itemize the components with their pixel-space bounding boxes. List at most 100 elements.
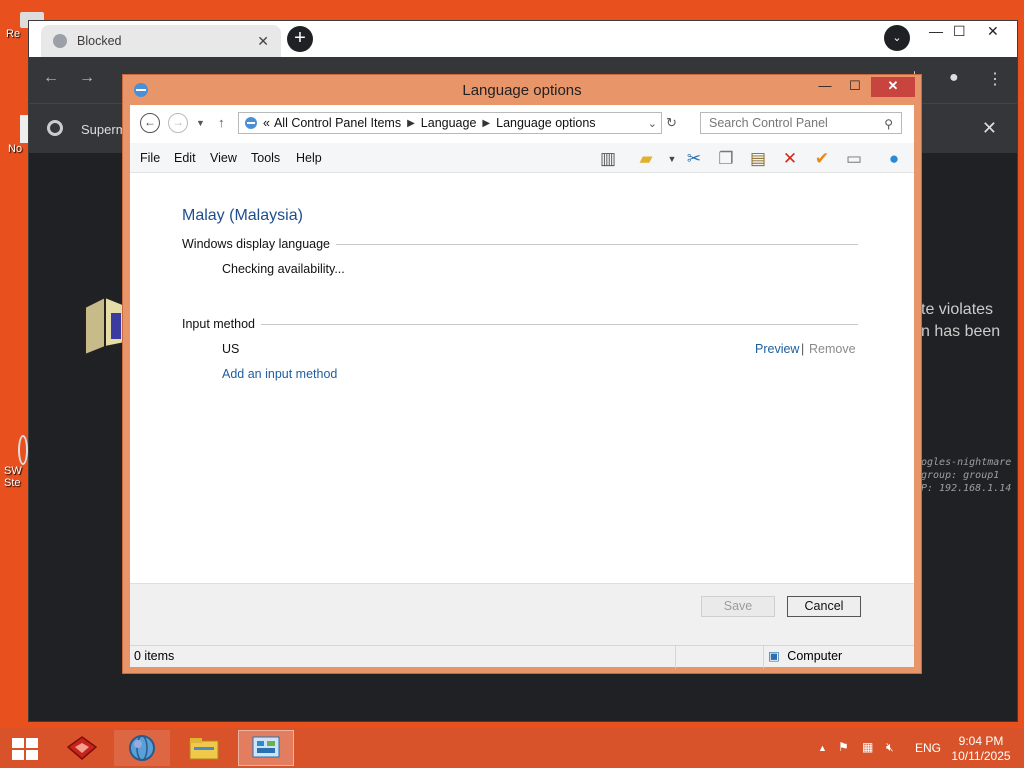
folder-options-icon[interactable]: ▰ (634, 148, 658, 170)
refresh-icon[interactable]: ↻ (666, 115, 677, 131)
breadcrumb-language-options[interactable]: Language options (496, 116, 595, 130)
menu-view[interactable]: View (210, 151, 237, 165)
chrome-tab[interactable]: Blocked ✕ (41, 25, 281, 57)
breadcrumb-separator-icon[interactable]: ▶ (482, 118, 490, 129)
blocked-message-line: te violates (921, 301, 994, 318)
blocked-info-line: P: 192.168.1.14 (921, 483, 1012, 494)
back-button[interactable]: ← (140, 113, 160, 133)
desktop-icon-sw[interactable]: SW Ste (4, 435, 30, 489)
cancel-button[interactable]: Cancel (787, 596, 861, 617)
display-language-heading: Windows display language (182, 237, 337, 251)
add-input-method-link[interactable]: Add an input method (222, 367, 337, 381)
language-options-window: Language options — ☐ ✕ ← → ▼ ↑ « All Con… (122, 74, 922, 674)
breadcrumb-language[interactable]: Language (421, 116, 477, 130)
language-options-content: Malay (Malaysia) Windows display languag… (130, 173, 914, 583)
dialog-footer: Save Cancel (130, 583, 914, 645)
recent-locations-chevron-icon[interactable]: ▼ (196, 118, 205, 128)
taskbar-app-red[interactable] (54, 730, 110, 766)
chrome-minimize-button[interactable]: — (929, 23, 943, 39)
control-panel-icon (252, 736, 280, 758)
address-row: ← → ▼ ↑ « All Control Panel Items ▶ Lang… (130, 105, 914, 141)
save-button[interactable]: Save (701, 596, 775, 617)
volume-muted-icon[interactable]: 🔇︎ (886, 740, 894, 755)
display-language-status: Checking availability... (222, 262, 345, 276)
action-center-flag-icon[interactable]: ⚑ (838, 740, 849, 754)
section-divider (182, 324, 858, 325)
input-language-indicator[interactable]: ENG (915, 741, 941, 755)
taskbar-file-explorer[interactable] (176, 730, 232, 766)
chrome-close-button[interactable]: ✕ (987, 23, 999, 40)
chrome-menu-icon[interactable]: ⋮ (987, 69, 1003, 89)
help-globe-icon[interactable]: ● (882, 148, 906, 170)
status-bar: 0 items ▣ Computer (130, 645, 914, 668)
close-button[interactable]: ✕ (871, 77, 915, 97)
status-location: ▣ Computer (764, 646, 914, 668)
menu-edit[interactable]: Edit (174, 151, 196, 165)
menu-help[interactable]: Help (296, 151, 322, 165)
search-placeholder: Search Control Panel (709, 116, 828, 130)
browser-globe-icon (129, 735, 155, 761)
forward-button[interactable]: → (168, 113, 188, 133)
properties-check-icon[interactable]: ✔ (810, 148, 834, 170)
tab-search-button[interactable]: ⌄ (884, 25, 910, 51)
blocked-info-line: ogles-nightmare (921, 457, 1012, 468)
input-method-layout: US (222, 342, 240, 356)
windows-logo-icon (12, 738, 24, 748)
rename-icon[interactable]: ▭ (842, 148, 866, 170)
delete-icon[interactable]: ✕ (778, 148, 802, 170)
input-method-heading: Input method (182, 317, 261, 331)
banner-text: Superm (81, 122, 127, 137)
language-name-heading: Malay (Malaysia) (182, 207, 303, 224)
chrome-maximize-button[interactable]: ☐ (953, 23, 966, 40)
breadcrumb-overflow[interactable]: « (263, 116, 270, 130)
folder-options-dropdown-icon[interactable]: ▼ (660, 148, 684, 170)
taskbar-control-panel[interactable] (238, 730, 294, 766)
start-button[interactable] (12, 738, 38, 760)
tab-close-icon[interactable]: ✕ (257, 33, 269, 50)
tab-title: Blocked (77, 34, 122, 48)
chrome-tab-strip: Blocked ✕ + ⌄ — ☐ ✕ (29, 21, 1017, 57)
forward-arrow-icon[interactable]: → (79, 69, 95, 87)
show-hidden-icons-icon[interactable]: ▲ (818, 743, 827, 753)
status-spacer (676, 646, 764, 668)
search-icon[interactable]: ⚲ (884, 114, 893, 134)
blocked-message-line: n has been (921, 323, 1001, 340)
taskbar-ie[interactable] (114, 730, 170, 766)
minimize-button[interactable]: — (811, 77, 839, 97)
control-panel-icon (132, 81, 150, 99)
copy-icon[interactable]: ❐ (714, 148, 738, 170)
windows-logo-icon (26, 738, 38, 748)
address-bar[interactable]: « All Control Panel Items ▶ Language ▶ L… (238, 112, 662, 134)
location-text: Computer (787, 649, 843, 663)
menu-tools[interactable]: Tools (251, 151, 280, 165)
chrome-logo-icon (47, 120, 63, 136)
cut-icon[interactable]: ✂ (682, 148, 706, 170)
preview-link[interactable]: Preview (755, 342, 799, 356)
desktop-icon-label: Re (6, 28, 21, 40)
breadcrumb-separator-icon[interactable]: ▶ (407, 118, 415, 129)
layout-icon[interactable]: ▥ (596, 148, 620, 170)
blocked-page-icon (83, 291, 126, 357)
window-body: ← → ▼ ↑ « All Control Panel Items ▶ Lang… (130, 105, 914, 668)
taskbar-clock[interactable]: 9:04 PM 10/11/2025 (946, 734, 1016, 764)
network-icon[interactable]: ▦ (862, 740, 873, 754)
blocked-info-line: group: group1 (921, 470, 1000, 481)
menu-toolbar-row: File Edit View Tools Help ▥ ▰ ▼ ✂ ❐ ▤ ✕ … (130, 143, 914, 173)
windows-logo-icon (26, 750, 38, 760)
banner-close-icon[interactable]: ✕ (982, 118, 997, 139)
new-tab-button[interactable]: + (287, 26, 313, 52)
remove-link[interactable]: Remove (809, 342, 856, 356)
address-dropdown-icon[interactable]: ⌄ (648, 117, 661, 130)
desktop-icon-label: No (8, 143, 23, 155)
paste-icon[interactable]: ▤ (746, 148, 770, 170)
menu-file[interactable]: File (140, 151, 160, 165)
up-arrow-icon[interactable]: ↑ (218, 115, 225, 130)
search-input[interactable]: Search Control Panel ⚲ (700, 112, 902, 134)
breadcrumb-all-items[interactable]: All Control Panel Items (274, 116, 401, 130)
back-arrow-icon[interactable]: ← (43, 69, 59, 87)
maximize-button[interactable]: ☐ (841, 77, 869, 97)
profile-icon[interactable]: ● (949, 69, 959, 87)
tab-favicon-icon (53, 34, 67, 48)
window-title: Language options (462, 82, 582, 99)
clock-date: 10/11/2025 (951, 749, 1011, 763)
